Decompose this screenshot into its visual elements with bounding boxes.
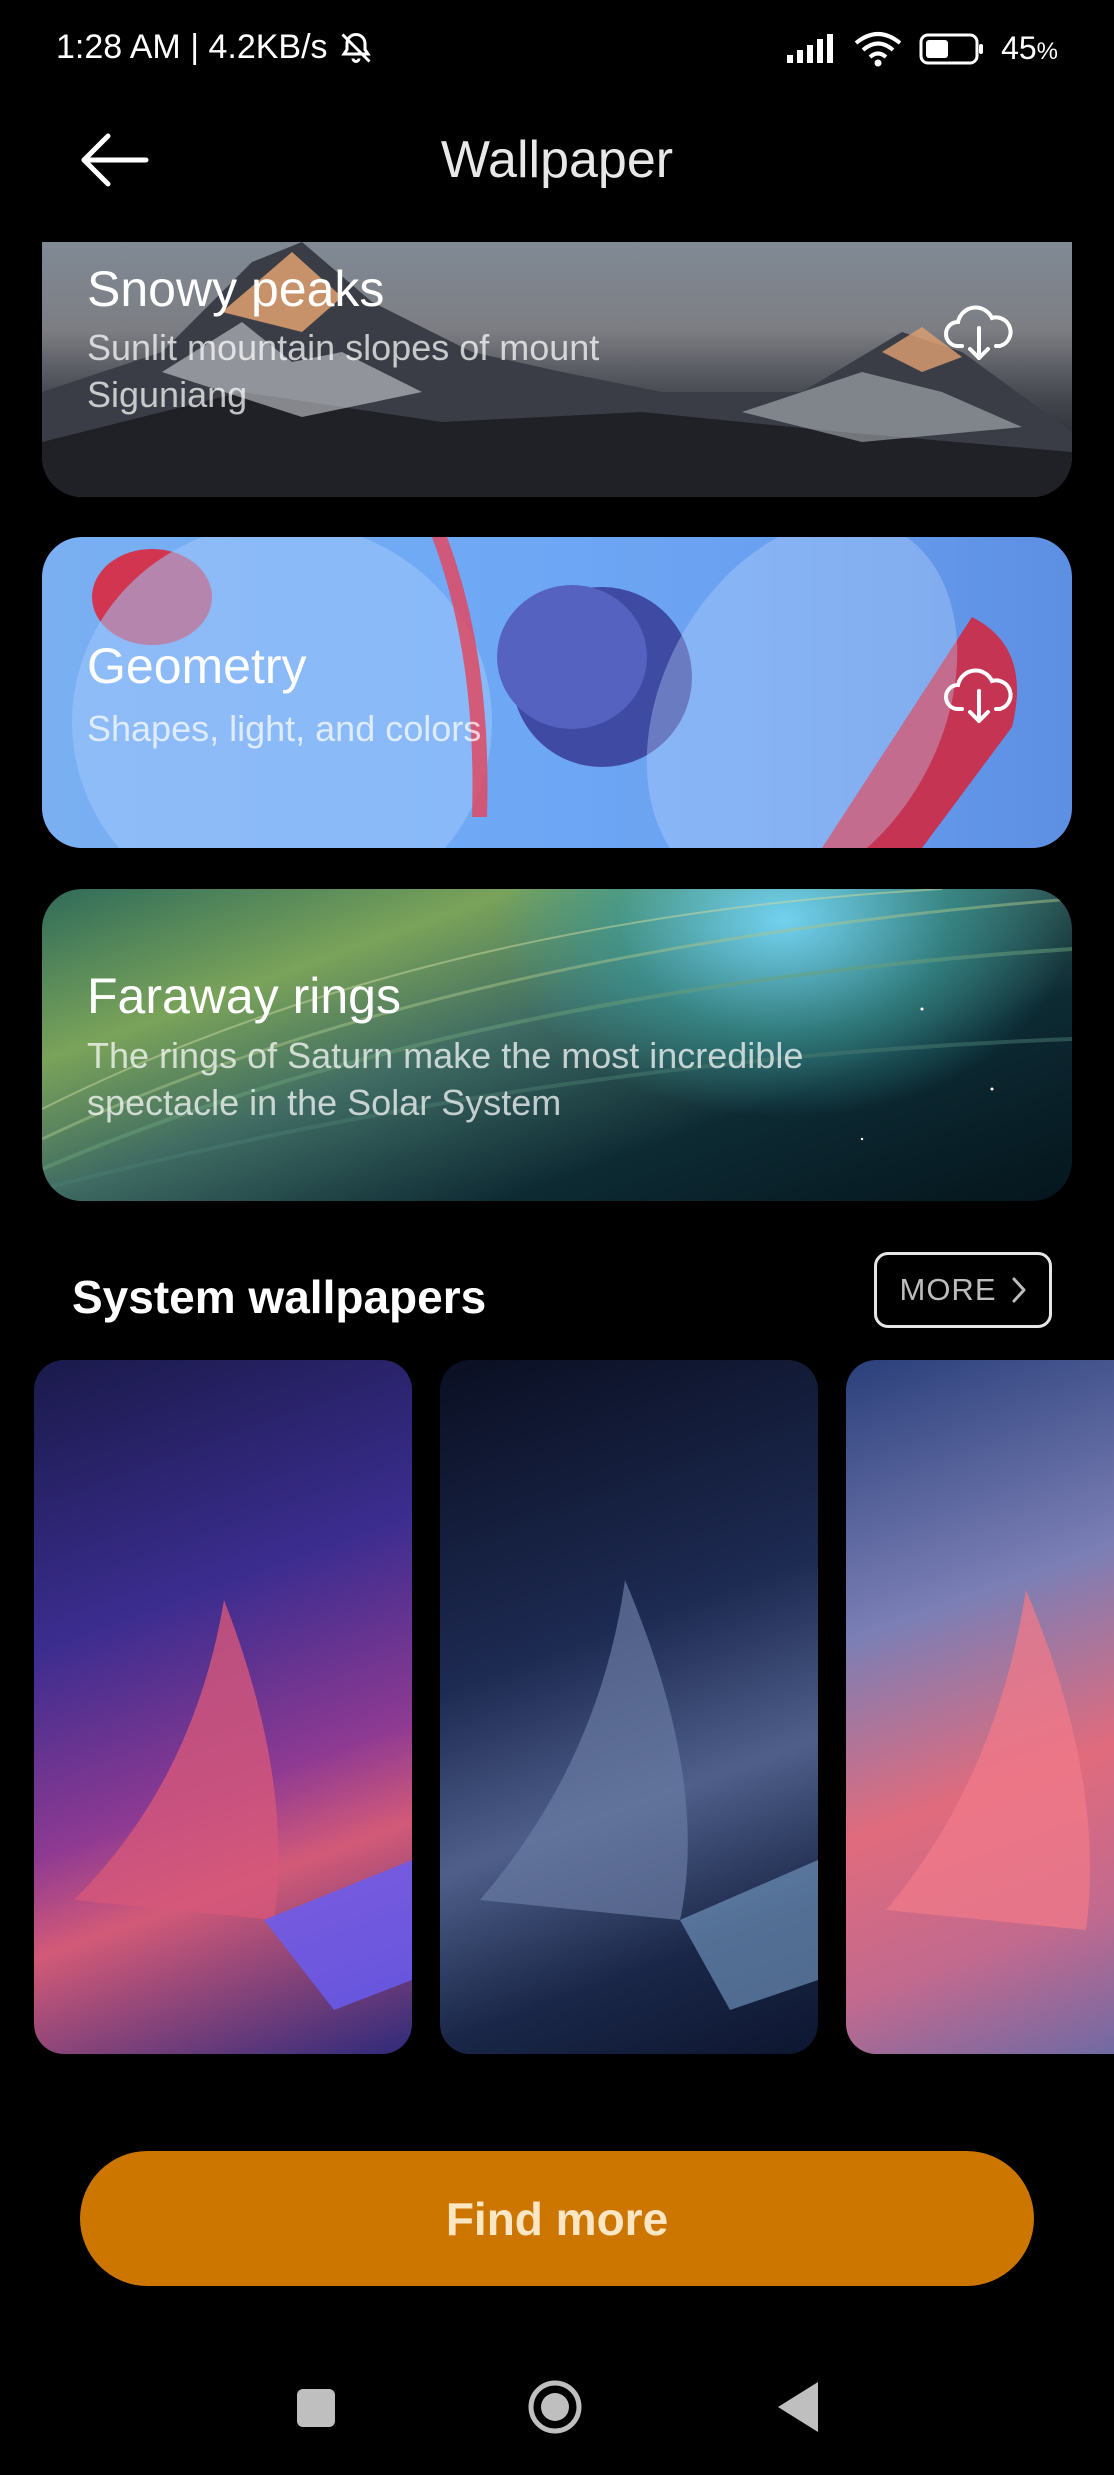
home-icon[interactable]: [527, 2379, 583, 2435]
recent-apps-icon[interactable]: [297, 2389, 335, 2427]
card-title: Geometry: [87, 638, 307, 694]
status-bar-right: 45%: [785, 30, 1058, 67]
back-triangle-icon[interactable]: [776, 2380, 820, 2434]
system-wallpaper-thumbnail[interactable]: [34, 1360, 412, 2054]
chevron-right-icon: [1012, 1277, 1025, 1303]
find-more-button[interactable]: Find more: [80, 2151, 1034, 2286]
section-title: System wallpapers: [72, 1271, 487, 1323]
back-arrow-icon[interactable]: [80, 130, 150, 190]
card-title: Snowy peaks: [87, 261, 385, 317]
card-subtitle: Shapes, light, and colors: [87, 708, 482, 749]
cloud-download-icon[interactable]: [944, 665, 1014, 727]
card-subtitle: The rings of Saturn make the most incred…: [87, 1035, 804, 1123]
more-button-label: MORE: [899, 1272, 997, 1307]
wallpaper-art: [480, 1580, 818, 2010]
system-wallpaper-thumbnail[interactable]: [440, 1360, 818, 2054]
wifi-icon: [854, 31, 902, 66]
cloud-download-icon[interactable]: [944, 302, 1014, 364]
status-bar-left: 1:28 AM | 4.2KB/s: [56, 28, 374, 67]
wallpaper-card-geometry[interactable]: Geometry Shapes, light, and colors: [42, 537, 1072, 848]
card-subtitle: Sunlit mountain slopes of mount Sigunian…: [87, 327, 600, 415]
bell-muted-icon: [340, 32, 371, 63]
card-title: Faraway rings: [87, 968, 401, 1024]
battery-level: 45%: [1001, 30, 1058, 66]
wallpaper-card-faraway-rings[interactable]: Faraway rings The rings of Saturn make t…: [42, 889, 1072, 1201]
signal-icon: [787, 33, 834, 63]
more-button[interactable]: MORE: [874, 1252, 1052, 1328]
battery-icon: [919, 33, 984, 64]
system-wallpaper-thumbnail[interactable]: [846, 1360, 1114, 2054]
status-time-speed: 1:28 AM | 4.2KB/s: [56, 28, 328, 66]
wallpaper-art: [74, 1600, 412, 2010]
wallpaper-card-snowy-peaks[interactable]: Snowy peaks Sunlit mountain slopes of mo…: [42, 242, 1072, 497]
page-title: Wallpaper: [440, 131, 674, 189]
wallpaper-art: [886, 1590, 1090, 1930]
